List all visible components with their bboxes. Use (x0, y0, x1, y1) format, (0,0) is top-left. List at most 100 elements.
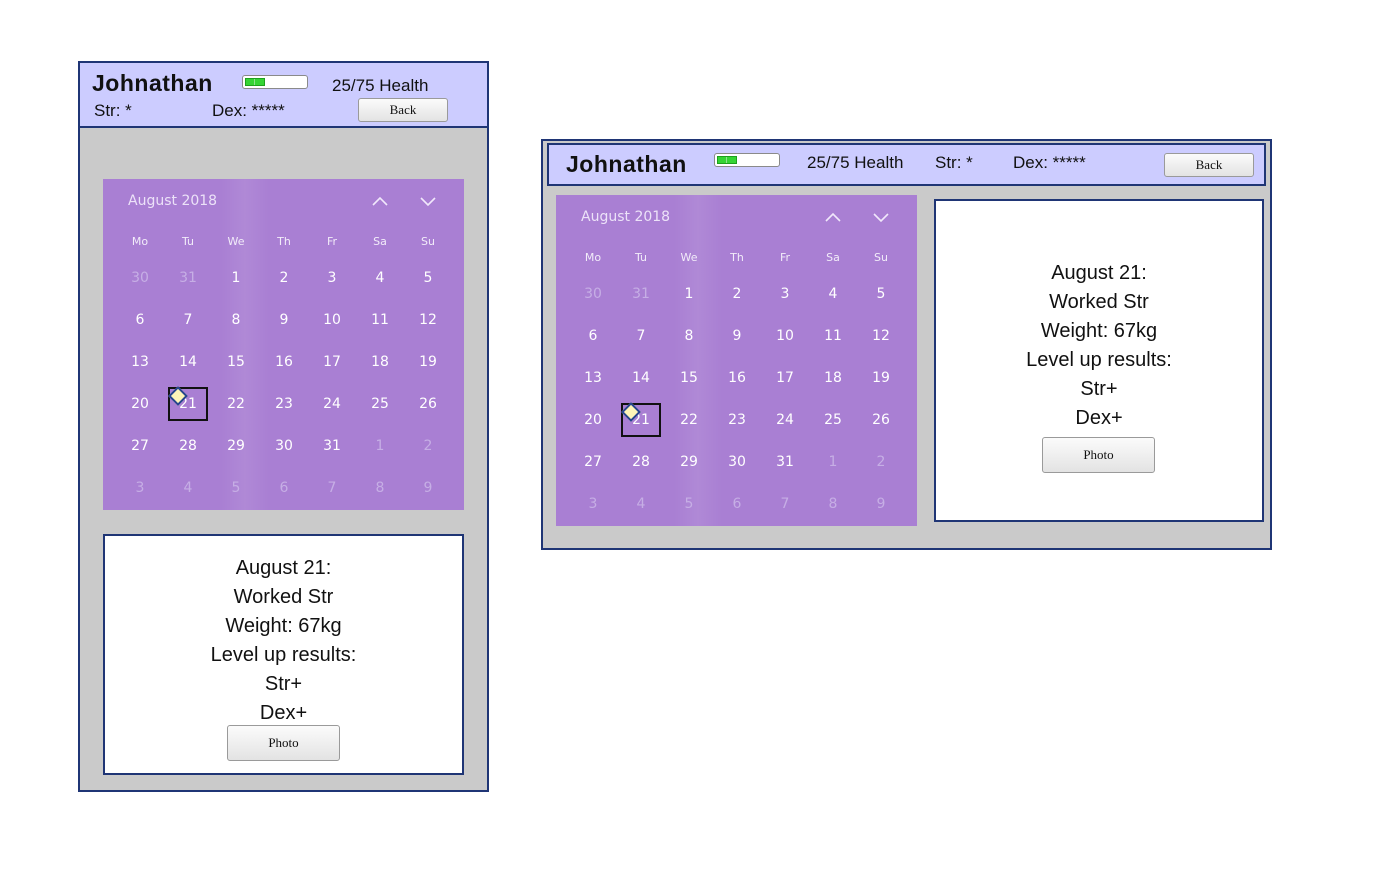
calendar-day[interactable]: 25 (360, 387, 400, 421)
calendar-day[interactable]: 5 (861, 277, 901, 311)
calendar-day[interactable]: 4 (360, 261, 400, 295)
calendar-day[interactable]: 9 (408, 471, 448, 505)
calendar-day[interactable]: 5 (216, 471, 256, 505)
calendar-day[interactable]: 15 (216, 345, 256, 379)
calendar-day[interactable]: 1 (360, 429, 400, 463)
calendar-day[interactable]: 2 (717, 277, 757, 311)
calendar-day[interactable]: 29 (216, 429, 256, 463)
calendar-day[interactable]: 8 (813, 487, 853, 521)
calendar-day[interactable]: 30 (120, 261, 160, 295)
entry-line: Dex+ (1075, 407, 1123, 429)
calendar-day[interactable]: 30 (573, 277, 613, 311)
calendar-day[interactable]: 24 (312, 387, 352, 421)
calendar-day[interactable]: 22 (669, 403, 709, 437)
prev-month-chevron-up-icon[interactable] (821, 207, 845, 227)
calendar-day[interactable]: 23 (717, 403, 757, 437)
calendar-day[interactable]: 13 (120, 345, 160, 379)
calendar-day[interactable]: 12 (861, 319, 901, 353)
prev-month-chevron-up-icon[interactable] (368, 191, 392, 211)
calendar-day[interactable]: 23 (264, 387, 304, 421)
calendar-day[interactable]: 31 (621, 277, 661, 311)
calendar-day[interactable]: 15 (669, 361, 709, 395)
calendar[interactable]: August 2018 Mo Tu We Th Fr Sa Su 30 31 1 2 3 4 5 6 7 8 9 10… (556, 195, 917, 526)
calendar-day[interactable]: 16 (717, 361, 757, 395)
next-month-chevron-down-icon[interactable] (869, 207, 893, 227)
calendar-day[interactable]: 8 (360, 471, 400, 505)
calendar-day[interactable]: 3 (120, 471, 160, 505)
calendar-day[interactable]: 27 (120, 429, 160, 463)
calendar-day[interactable]: 31 (168, 261, 208, 295)
calendar-day[interactable]: 31 (312, 429, 352, 463)
calendar-day[interactable]: 14 (168, 345, 208, 379)
calendar-day[interactable]: 1 (669, 277, 709, 311)
calendar-day[interactable]: 2 (408, 429, 448, 463)
calendar-day[interactable]: 9 (717, 319, 757, 353)
calendar-day[interactable]: 8 (216, 303, 256, 337)
calendar-day[interactable]: 2 (264, 261, 304, 295)
health-text: 25/75 Health (807, 153, 904, 172)
photo-button[interactable]: Photo (1042, 437, 1155, 473)
calendar-day[interactable]: 19 (408, 345, 448, 379)
calendar-day[interactable]: 28 (168, 429, 208, 463)
calendar-day[interactable]: 3 (573, 487, 613, 521)
calendar-day[interactable]: 4 (168, 471, 208, 505)
calendar-day[interactable]: 14 (621, 361, 661, 395)
calendar-day[interactable]: 6 (573, 319, 613, 353)
calendar-day[interactable]: 7 (621, 319, 661, 353)
calendar-day[interactable]: 26 (861, 403, 901, 437)
portrait-panel: Johnathan 25/75 Health Str: * Dex: *****… (78, 61, 489, 792)
calendar-day[interactable]: 6 (264, 471, 304, 505)
calendar-day[interactable]: 26 (408, 387, 448, 421)
calendar[interactable]: August 2018 Mo Tu We Th Fr Sa Su 30 31 1 2 3 4 5 6 7 8 9 10… (103, 179, 464, 510)
calendar-day[interactable]: 18 (813, 361, 853, 395)
entry-line: Dex+ (259, 702, 308, 724)
calendar-day[interactable]: 5 (408, 261, 448, 295)
calendar-day[interactable]: 6 (717, 487, 757, 521)
calendar-day[interactable]: 30 (717, 445, 757, 479)
calendar-day[interactable]: 11 (813, 319, 853, 353)
calendar-day[interactable]: 31 (765, 445, 805, 479)
calendar-day[interactable]: 3 (765, 277, 805, 311)
back-button[interactable]: Back (1164, 153, 1254, 177)
calendar-day[interactable]: 1 (216, 261, 256, 295)
calendar-day[interactable]: 2 (861, 445, 901, 479)
calendar-day[interactable]: 7 (312, 471, 352, 505)
calendar-day[interactable]: 20 (573, 403, 613, 437)
calendar-month-label: August 2018 (581, 209, 671, 225)
photo-button[interactable]: Photo (227, 725, 340, 761)
calendar-day[interactable]: 9 (861, 487, 901, 521)
calendar-day[interactable]: 29 (669, 445, 709, 479)
calendar-day[interactable]: 24 (765, 403, 805, 437)
calendar-day[interactable]: 17 (765, 361, 805, 395)
calendar-day[interactable]: 13 (573, 361, 613, 395)
entry-line: Level up results: (1026, 349, 1172, 371)
back-button[interactable]: Back (358, 98, 448, 122)
calendar-day[interactable]: 6 (120, 303, 160, 337)
calendar-day[interactable]: 25 (813, 403, 853, 437)
calendar-day[interactable]: 22 (216, 387, 256, 421)
calendar-day[interactable]: 7 (765, 487, 805, 521)
calendar-day[interactable]: 8 (669, 319, 709, 353)
calendar-day[interactable]: 4 (621, 487, 661, 521)
calendar-day[interactable]: 5 (669, 487, 709, 521)
weekday-header: We (680, 251, 698, 264)
entry-line: Weight: 67kg (225, 615, 342, 637)
calendar-day[interactable]: 7 (168, 303, 208, 337)
calendar-day[interactable]: 12 (408, 303, 448, 337)
calendar-day[interactable]: 9 (264, 303, 304, 337)
calendar-day[interactable]: 16 (264, 345, 304, 379)
calendar-day[interactable]: 10 (312, 303, 352, 337)
calendar-day[interactable]: 30 (264, 429, 304, 463)
calendar-day[interactable]: 17 (312, 345, 352, 379)
calendar-day[interactable]: 3 (312, 261, 352, 295)
calendar-day[interactable]: 18 (360, 345, 400, 379)
calendar-day[interactable]: 4 (813, 277, 853, 311)
calendar-day[interactable]: 11 (360, 303, 400, 337)
calendar-day[interactable]: 20 (120, 387, 160, 421)
calendar-day[interactable]: 27 (573, 445, 613, 479)
next-month-chevron-down-icon[interactable] (416, 191, 440, 211)
calendar-day[interactable]: 1 (813, 445, 853, 479)
calendar-day[interactable]: 19 (861, 361, 901, 395)
calendar-day[interactable]: 28 (621, 445, 661, 479)
calendar-day[interactable]: 10 (765, 319, 805, 353)
